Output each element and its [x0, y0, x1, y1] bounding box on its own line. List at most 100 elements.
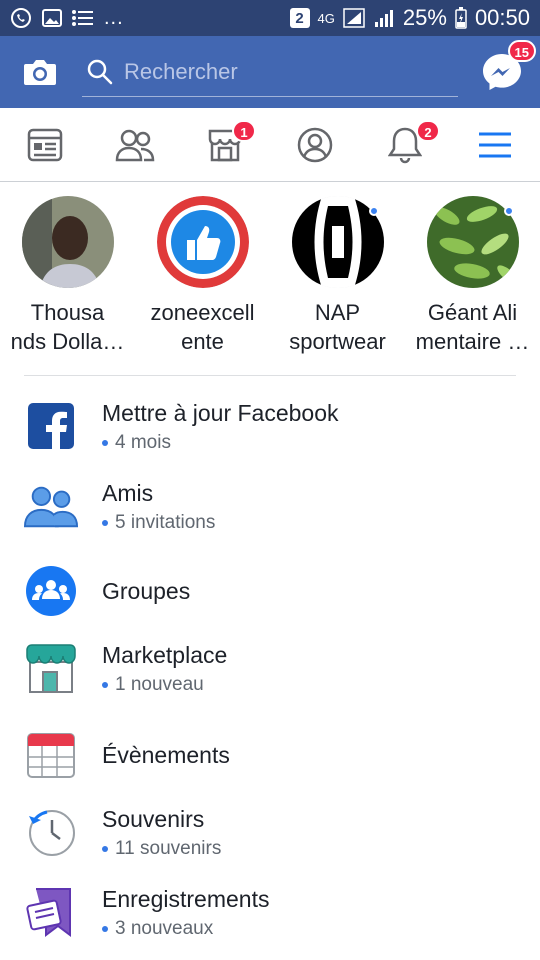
menu-item-friends[interactable]: Amis 5 invitations	[0, 478, 540, 534]
profile-icon	[297, 127, 333, 162]
status-left: ...	[10, 7, 124, 30]
hamburger-menu-icon	[479, 132, 511, 157]
unread-dot	[102, 440, 108, 446]
menu-item-subtitle: 4 mois	[102, 432, 339, 454]
status-bar: ... 2 4G 25% 00:50	[0, 0, 540, 36]
shortcut-label: zoneexcell ente	[135, 298, 270, 356]
marketplace-shop-icon	[24, 641, 78, 695]
menu-item-title: Groupes	[102, 578, 191, 604]
battery-percent: 25%	[402, 5, 447, 30]
search-icon	[87, 59, 113, 84]
shortcut-label: Géant Ali mentaire …	[405, 298, 540, 356]
menu-item-title: Marketplace	[102, 642, 228, 668]
list-icon	[72, 9, 94, 27]
shortcut-label-line: Thousa	[30, 300, 105, 325]
roaming-signal-icon	[373, 8, 395, 28]
menu-item-subtitle: 5 invitations	[102, 512, 215, 534]
avatar	[21, 196, 114, 288]
shortcut-label: NAP sportwear	[270, 298, 405, 356]
search-input[interactable]	[124, 58, 444, 85]
marketplace-badge: 1	[232, 120, 256, 142]
tab-menu[interactable]	[450, 108, 540, 181]
divider	[24, 375, 516, 376]
tab-news-feed[interactable]	[0, 108, 90, 181]
menu-item-subtitle-text: 3 nouveaux	[115, 918, 214, 939]
menu-item-title: Enregistrements	[102, 886, 270, 912]
menu-item-events[interactable]: Évènements	[0, 728, 540, 782]
menu-item-subtitle-text: 1 nouveau	[115, 674, 204, 695]
menu-item-text: Mettre à jour Facebook 4 mois	[102, 398, 339, 454]
notifications-badge: 2	[416, 120, 440, 142]
unread-dot	[102, 682, 108, 688]
menu-item-text: Marketplace 1 nouveau	[102, 640, 227, 696]
active-dot	[504, 206, 514, 216]
menu-item-groups[interactable]: Groupes	[0, 564, 540, 618]
menu-item-memories[interactable]: Souvenirs 11 souvenirs	[0, 804, 540, 860]
menu-item-title: Souvenirs	[102, 806, 205, 832]
tab-notifications[interactable]: 2	[360, 108, 450, 181]
clock-history-icon	[24, 805, 78, 859]
menu-item-title: Évènements	[102, 742, 230, 768]
active-dot	[369, 206, 379, 216]
gallery-icon	[42, 9, 62, 27]
bookmark-icon	[24, 885, 78, 939]
messenger-button[interactable]: 15	[478, 40, 536, 96]
app-header: 15	[0, 36, 540, 108]
shortcut-label-line: zoneexcell	[150, 300, 255, 325]
search-bar[interactable]	[82, 47, 458, 97]
menu-item-subtitle-text: 11 souvenirs	[115, 838, 222, 859]
unread-dot	[102, 520, 108, 526]
messenger-badge: 15	[507, 40, 536, 62]
camera-icon	[24, 60, 56, 85]
tab-profile[interactable]	[270, 108, 360, 181]
menu-item-subtitle: 1 nouveau	[102, 674, 227, 696]
shortcut-thousands-dollars[interactable]: Thousa nds Dolla…	[0, 196, 135, 366]
menu-item-title: Mettre à jour Facebook	[102, 400, 339, 426]
shortcuts-row: Thousa nds Dolla… zoneexcell ente NAP sp…	[0, 196, 540, 366]
news-feed-icon	[27, 128, 63, 161]
shortcut-label: Thousa nds Dolla…	[0, 298, 135, 356]
menu-item-subtitle-text: 4 mois	[115, 432, 171, 453]
tab-friends[interactable]	[90, 108, 180, 181]
shortcut-label-line: NAP	[314, 300, 361, 325]
shortcut-label-line: Géant Ali	[427, 300, 518, 325]
battery-charging-icon	[455, 7, 467, 29]
menu-item-title: Amis	[102, 480, 154, 506]
shortcut-label-line: nds Dolla…	[10, 329, 125, 354]
unread-dot	[102, 926, 108, 932]
menu-item-update-facebook[interactable]: Mettre à jour Facebook 4 mois	[0, 398, 540, 454]
avatar	[156, 196, 249, 288]
facebook-logo-icon	[24, 399, 78, 453]
groups-icon	[24, 564, 78, 618]
shortcut-zoneexcellente[interactable]: zoneexcell ente	[135, 196, 270, 366]
tab-bar: 1 2	[0, 108, 540, 182]
menu-item-subtitle: 3 nouveaux	[102, 918, 269, 940]
menu-item-text: Amis 5 invitations	[102, 478, 215, 534]
menu-item-saved[interactable]: Enregistrements 3 nouveaux	[0, 884, 540, 940]
clock: 00:50	[474, 5, 530, 30]
shortcut-geant-alimentaire[interactable]: Géant Ali mentaire …	[405, 196, 540, 366]
friends-icon	[115, 129, 155, 161]
friends-icon	[24, 479, 78, 533]
shortcut-nap-sportwear[interactable]: NAP sportwear	[270, 196, 405, 366]
signal-icon	[343, 8, 365, 28]
menu-item-text: Enregistrements 3 nouveaux	[102, 884, 269, 940]
tab-marketplace[interactable]: 1	[180, 108, 270, 181]
menu-item-text: Souvenirs 11 souvenirs	[102, 804, 221, 860]
calendar-icon	[24, 728, 78, 782]
more-notifications-dots: ...	[104, 6, 124, 29]
whatsapp-icon	[10, 7, 32, 29]
menu-item-subtitle-text: 5 invitations	[115, 512, 216, 533]
status-right: 2 4G 25% 00:50	[289, 5, 530, 31]
notification-count-badge: 2	[289, 8, 310, 28]
menu-item-subtitle: 11 souvenirs	[102, 838, 221, 860]
menu-item-text: Groupes	[102, 576, 190, 606]
menu-item-text: Évènements	[102, 740, 230, 770]
camera-button[interactable]	[0, 36, 80, 108]
shortcut-label-line: mentaire …	[415, 329, 530, 354]
network-label: 4G	[317, 10, 335, 26]
unread-dot	[102, 846, 108, 852]
shortcut-label-line: ente	[181, 329, 224, 354]
menu-item-marketplace[interactable]: Marketplace 1 nouveau	[0, 640, 540, 696]
shortcut-label-line: sportwear	[289, 329, 386, 354]
